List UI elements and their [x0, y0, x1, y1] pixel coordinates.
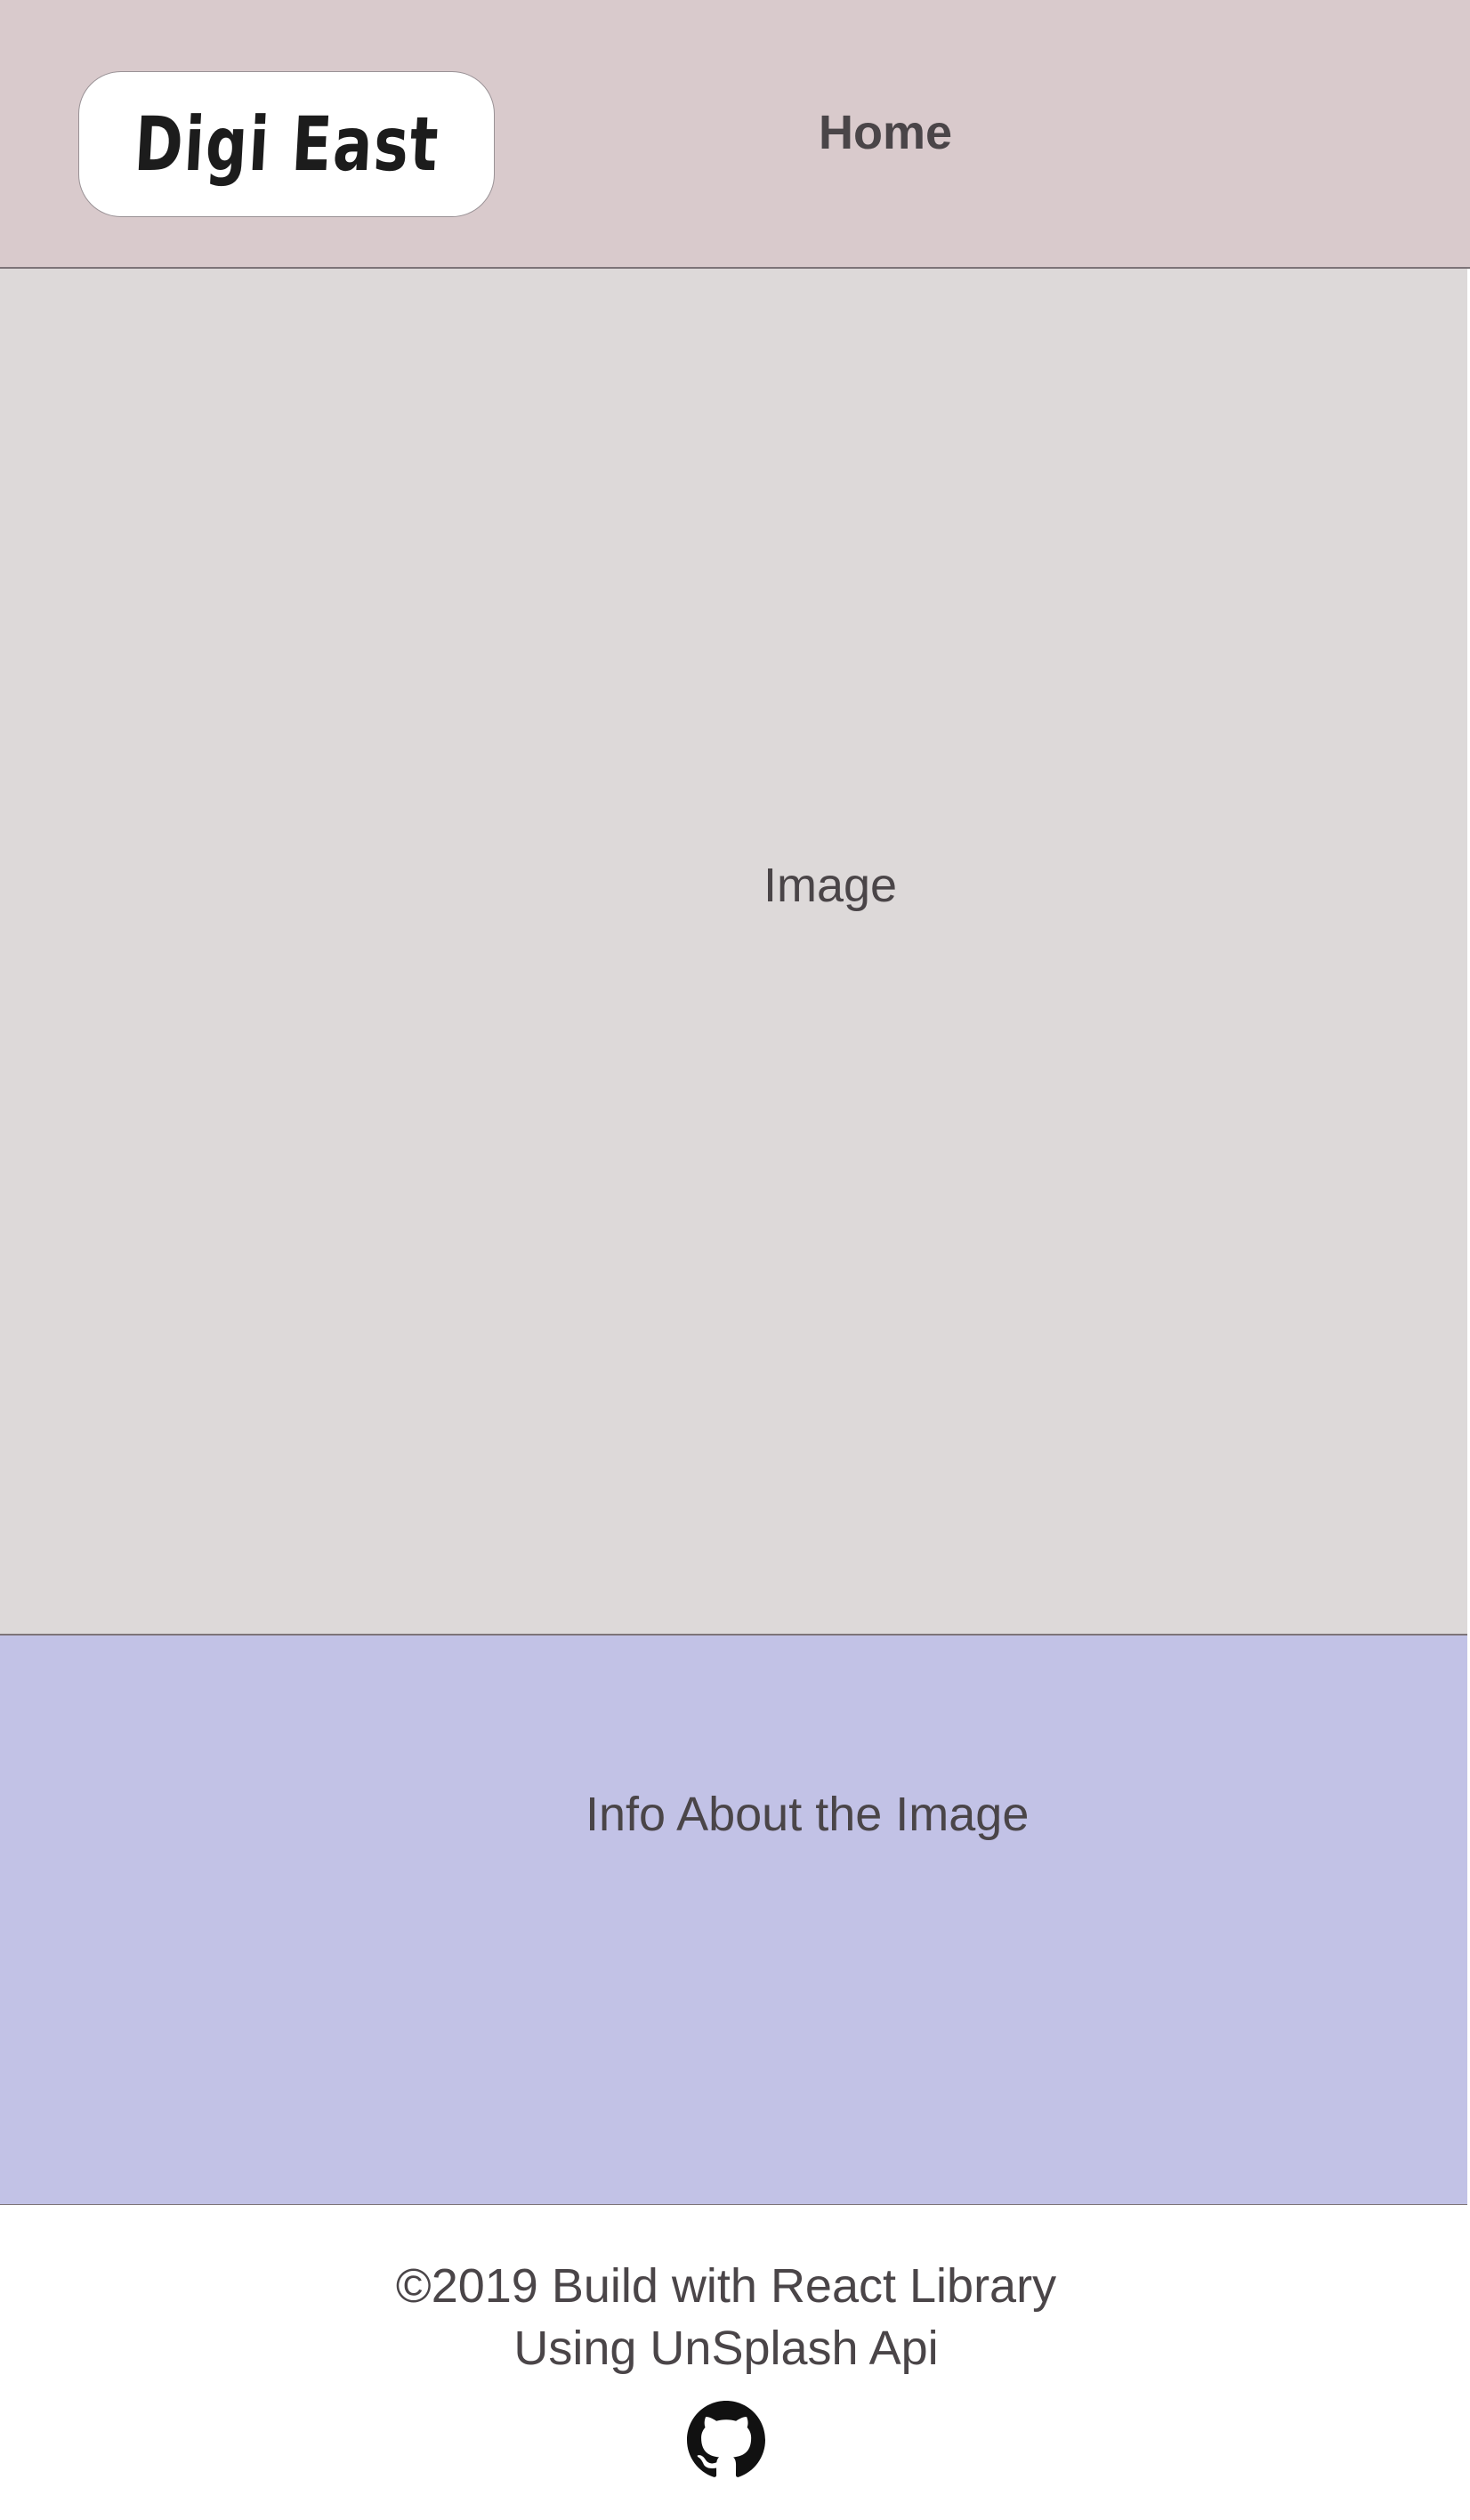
nav-home-link[interactable]: Home	[819, 105, 952, 160]
logo[interactable]: Digi East	[78, 71, 495, 217]
image-placeholder	[0, 269, 1467, 1636]
site-header: Digi East Home	[0, 0, 1470, 269]
logo-text: Digi East	[132, 101, 441, 188]
footer-credit: Using UnSplash Api	[513, 2322, 939, 2375]
image-info-label: Info About the Image	[586, 1788, 1030, 1841]
image-placeholder-label: Image	[763, 859, 898, 912]
github-icon[interactable]	[687, 2401, 765, 2479]
image-info-section	[0, 1636, 1467, 2205]
footer-copyright: ©2019 Build with React Library	[395, 2259, 1057, 2313]
